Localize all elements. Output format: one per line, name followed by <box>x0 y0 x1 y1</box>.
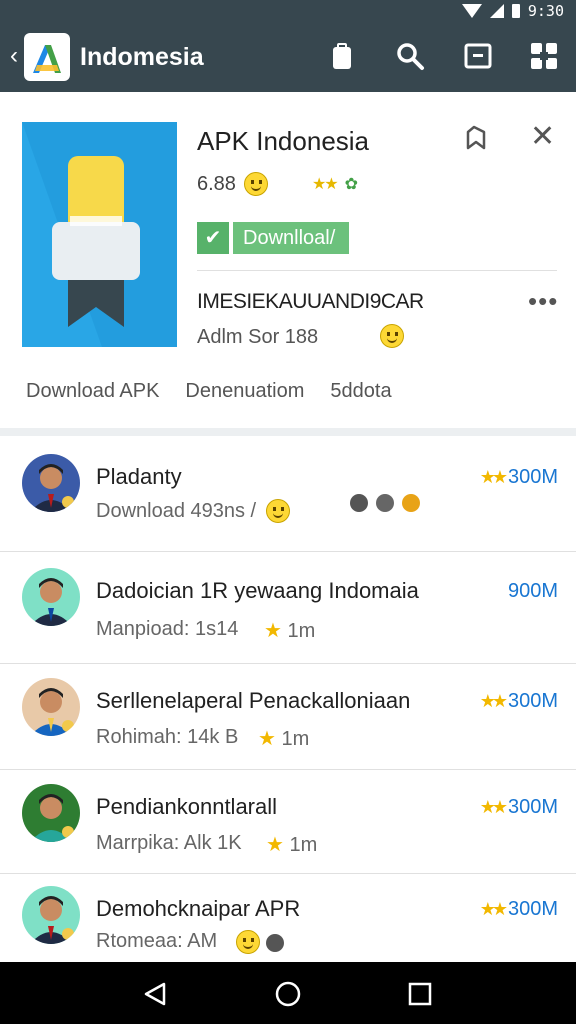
checkmark-icon: ✔ <box>197 222 229 254</box>
leaf-icon: ✿ <box>344 176 359 193</box>
app-name: APK Indonesia <box>197 126 370 156</box>
circle-icon <box>350 494 368 512</box>
list-item-rating: ★★ 300M <box>480 796 558 819</box>
list-item-duration: 1m <box>287 620 316 642</box>
list-item-rating: ★★ 300M <box>480 466 558 489</box>
list-item-title: Dadoician 1R yewaang Indomaia <box>96 578 419 603</box>
list-item-title: Pendiankonntlarall <box>96 794 278 819</box>
list-item-title: Serllenelaperal Penackalloniaan <box>96 688 411 713</box>
download-count: 300M <box>507 690 558 712</box>
app-detail-card: APK Indonesia ✕ 6.88 ★★ ✿ ✔ Downlloal/ I… <box>0 92 576 428</box>
list-item-title: Demohcknaipar APR <box>96 896 301 921</box>
grid-icon[interactable] <box>528 40 560 72</box>
star-icon: ★ <box>258 728 282 750</box>
avatar <box>22 886 80 944</box>
download-count: 300M <box>507 898 558 920</box>
tab-second[interactable]: Denenuatiom <box>185 380 304 403</box>
star-icon: ★★ <box>479 797 508 817</box>
list-item-duration: 1m <box>289 834 318 856</box>
avatar <box>22 678 80 736</box>
star-icon: ★★ <box>479 467 508 487</box>
list-item-subtitle: Rtomeaa: AM <box>96 930 218 952</box>
list-item-subtitle-tail: ★ 1m <box>258 726 309 751</box>
list-item-subtitle-tail: ★ 1m <box>266 832 317 857</box>
developer-name: IMESIEKAUUANDI9CAR <box>197 290 424 313</box>
star-icon: ★★ <box>479 899 508 919</box>
app-logo <box>24 33 70 81</box>
star-icon: ★★ <box>479 691 508 711</box>
window-icon[interactable] <box>462 40 494 72</box>
status-time: 9:30 <box>527 2 564 20</box>
smiley-icon <box>236 930 260 954</box>
app-bar: ‹ Indomesia <box>0 22 576 92</box>
list-item[interactable]: Pendiankonntlarall Marrpika: Alk 1K ★ 1m… <box>0 770 576 874</box>
download-count: 900M <box>507 580 558 602</box>
search-icon[interactable] <box>394 40 426 72</box>
app-list: Pladanty Download 493ns / ★★ 300M Dadoic… <box>0 436 576 962</box>
list-item[interactable]: Demohcknaipar APR Rtomeaa: AM ★★ 300M <box>0 874 576 962</box>
signal-icon <box>489 4 504 18</box>
bookmark-icon[interactable] <box>462 124 490 152</box>
wifi-icon <box>461 4 482 18</box>
tab-download-apk[interactable]: Download APK <box>26 380 159 403</box>
list-item[interactable]: Serllenelaperal Penackalloniaan Rohimah:… <box>0 664 576 770</box>
download-count: 300M <box>507 796 558 818</box>
recents-nav-icon[interactable] <box>406 980 434 1008</box>
rating-row: 6.88 ★★ ✿ <box>197 172 358 196</box>
badge-icon <box>402 494 420 512</box>
back-arrow-icon[interactable]: ‹ <box>10 42 18 70</box>
status-bar: 9:30 <box>0 0 576 22</box>
list-item-title: Pladanty <box>96 464 182 489</box>
app-icon-image <box>22 122 177 347</box>
home-nav-icon[interactable] <box>274 980 302 1008</box>
download-button[interactable]: ✔ Downlloal/ <box>197 222 350 254</box>
mini-icons <box>350 494 420 512</box>
list-item[interactable]: Dadoician 1R yewaang Indomaia Manpioad: … <box>0 552 576 664</box>
list-item-subtitle: Manpioad: 1s14 <box>96 618 239 640</box>
list-item-duration: 1m <box>281 728 310 750</box>
avatar <box>22 784 80 842</box>
smiley-icon <box>266 499 290 523</box>
app-title: Indomesia <box>80 43 204 71</box>
back-nav-icon[interactable] <box>142 980 170 1008</box>
tab-third[interactable]: 5ddota <box>330 380 391 403</box>
download-count: 300M <box>507 466 558 488</box>
app-meta: Adlm Sor 188 <box>197 326 319 348</box>
battery-icon <box>511 4 520 18</box>
circle-icon <box>376 494 394 512</box>
list-item-subtitle: Download 493ns / <box>96 500 257 522</box>
close-icon[interactable]: ✕ <box>530 122 555 152</box>
list-item-rating: ★★ 300M <box>480 898 558 921</box>
star-rating-icon: ★★ <box>311 176 339 193</box>
star-icon: ★ <box>266 834 290 856</box>
list-item-subtitle-tail: ★ 1m <box>264 618 315 643</box>
list-item-rating: ★★ 300M <box>480 690 558 713</box>
smiley-icon <box>380 324 404 348</box>
smiley-icon <box>243 172 268 196</box>
clipboard-icon[interactable] <box>326 40 358 72</box>
rating-value: 6.88 <box>197 172 236 195</box>
list-item-rating: 900M <box>508 580 558 603</box>
more-options-icon[interactable]: ••• <box>528 286 558 317</box>
divider <box>197 270 557 271</box>
download-button-label: Downlloal/ <box>233 222 350 254</box>
navigation-bar <box>0 962 576 1024</box>
circle-icon <box>266 934 284 952</box>
star-icon: ★ <box>264 620 288 642</box>
list-item-subtitle: Marrpika: Alk 1K <box>96 832 242 854</box>
tab-row: Download APK Denenuatiom 5ddota <box>26 380 392 403</box>
avatar <box>22 454 80 512</box>
list-item[interactable]: Pladanty Download 493ns / ★★ 300M <box>0 436 576 552</box>
avatar <box>22 568 80 626</box>
list-item-subtitle: Rohimah: 14k B <box>96 726 239 748</box>
